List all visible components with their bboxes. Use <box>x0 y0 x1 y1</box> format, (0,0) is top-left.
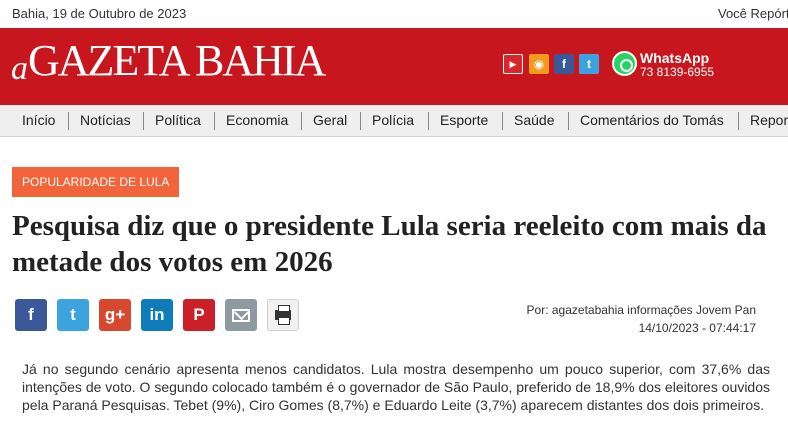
logo-prefix: a <box>11 50 28 87</box>
article-meta: Por: agazetabahia informações Jovem Pan … <box>430 301 756 337</box>
nav-item-economia[interactable]: Economia <box>226 112 288 128</box>
nav-item-inicio[interactable]: Início <box>22 112 55 128</box>
share-facebook-icon[interactable]: f <box>15 299 47 331</box>
nav-separator <box>568 112 569 130</box>
print-icon[interactable] <box>267 299 299 331</box>
whatsapp-icon[interactable] <box>612 51 637 76</box>
share-twitter-icon[interactable]: t <box>57 299 89 331</box>
whatsapp-phone: 73 8139-6955 <box>640 65 715 79</box>
article-datetime: 14/10/2023 - 07:44:17 <box>638 321 756 335</box>
nav-separator <box>214 112 215 130</box>
share-google-plus-icon[interactable]: g+ <box>99 299 131 331</box>
nav-item-geral[interactable]: Geral <box>313 112 347 128</box>
article-byline: Por: agazetabahia informações Jovem Pan <box>526 303 756 317</box>
nav-item-politica[interactable]: Política <box>155 112 201 128</box>
masthead: aGAZETA BAHIA ▶ ◉ f t WhatsApp 73 8139-6… <box>0 28 788 101</box>
rss-icon[interactable]: ◉ <box>529 54 549 74</box>
nav-separator <box>360 112 361 130</box>
nav-separator <box>68 112 69 130</box>
twitter-icon[interactable]: t <box>579 54 599 74</box>
nav-separator <box>428 112 429 130</box>
share-linkedin-icon[interactable]: in <box>141 299 173 331</box>
logo-name: GAZETA BAHIA <box>28 36 326 85</box>
facebook-icon[interactable]: f <box>554 54 574 74</box>
main-navigation: Início Notícias Política Economia Geral … <box>0 101 788 137</box>
youtube-icon[interactable]: ▶ <box>503 54 523 74</box>
share-pinterest-icon[interactable]: P <box>183 299 215 331</box>
share-email-icon[interactable] <box>225 299 257 331</box>
category-tag[interactable]: POPULARIDADE DE LULA <box>12 167 180 197</box>
article-body: Já no segundo cenário apresenta menos ca… <box>22 361 770 413</box>
nav-separator <box>738 112 739 130</box>
site-logo[interactable]: aGAZETA BAHIA <box>11 36 326 86</box>
nav-item-esporte[interactable]: Esporte <box>440 112 488 128</box>
nav-item-reportagem[interactable]: Reportagem <box>750 112 788 128</box>
article-title: Pesquisa diz que o presidente Lula seria… <box>12 210 767 278</box>
nav-item-saude[interactable]: Saúde <box>514 112 554 128</box>
whatsapp-label: WhatsApp <box>640 50 710 66</box>
nav-item-noticias[interactable]: Notícias <box>80 112 131 128</box>
reporter-link[interactable]: Você Repórter <box>718 6 788 21</box>
current-date: Bahia, 19 de Outubro de 2023 <box>12 6 187 21</box>
nav-separator <box>301 112 302 130</box>
nav-item-policia[interactable]: Polícia <box>372 112 414 128</box>
nav-item-comentarios[interactable]: Comentários do Tomás <box>580 112 724 128</box>
nav-separator <box>502 112 503 130</box>
top-bar: Bahia, 19 de Outubro de 2023 Você Repórt… <box>0 0 788 28</box>
nav-separator <box>143 112 144 130</box>
